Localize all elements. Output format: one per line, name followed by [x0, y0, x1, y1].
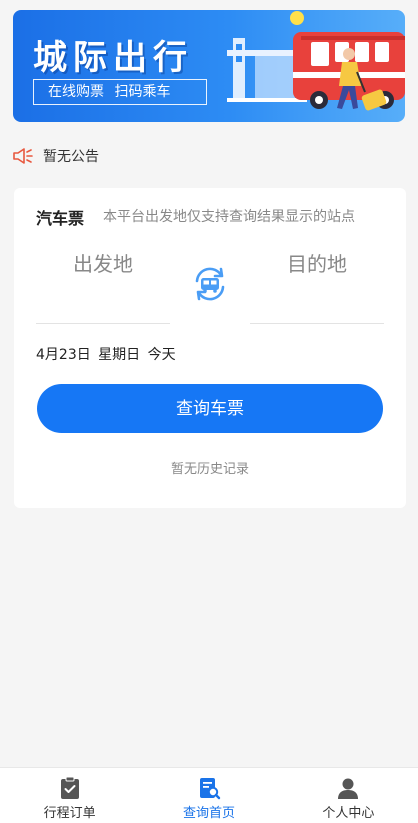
tab-orders[interactable]: 行程订单	[0, 768, 139, 823]
bottom-tab-bar: 行程订单 查询首页 个人中心	[0, 767, 418, 823]
tab-profile-label: 个人中心	[322, 806, 375, 821]
megaphone-icon	[13, 148, 33, 164]
promo-banner[interactable]: 城际出行 在线购票 扫码乘车	[13, 10, 405, 122]
date-selector[interactable]: 4月23日 星期日 今天	[36, 344, 176, 364]
clipboard-check-icon	[60, 776, 79, 799]
tab-search-home[interactable]: 查询首页	[139, 768, 278, 823]
banner-subtitle: 在线购票 扫码乘车	[33, 79, 207, 105]
announcement-bar[interactable]: 暂无公告	[13, 144, 99, 168]
search-document-icon	[199, 778, 221, 800]
tab-profile[interactable]: 个人中心	[279, 768, 418, 823]
bus-illustration	[227, 11, 405, 111]
tab-search-home-label: 查询首页	[182, 806, 235, 821]
departure-field[interactable]: 出发地	[36, 248, 170, 277]
search-hint: 本平台出发地仅支持查询结果显示的站点	[103, 209, 355, 225]
user-icon	[338, 778, 359, 799]
bus-swap-icon[interactable]	[191, 265, 229, 303]
departure-underline	[36, 323, 170, 324]
search-tickets-button[interactable]: 查询车票	[37, 384, 383, 433]
banner-title: 城际出行	[33, 38, 193, 78]
announcement-text: 暂无公告	[43, 149, 99, 165]
ticket-type-label: 汽车票	[36, 209, 85, 228]
tab-orders-label: 行程订单	[43, 806, 96, 821]
destination-underline	[250, 323, 384, 324]
destination-field[interactable]: 目的地	[250, 248, 384, 277]
search-history-empty: 暂无历史记录	[170, 462, 249, 477]
ticket-search-card: 汽车票 本平台出发地仅支持查询结果显示的站点 出发地 目的地 4月23日 星期日…	[14, 188, 406, 508]
